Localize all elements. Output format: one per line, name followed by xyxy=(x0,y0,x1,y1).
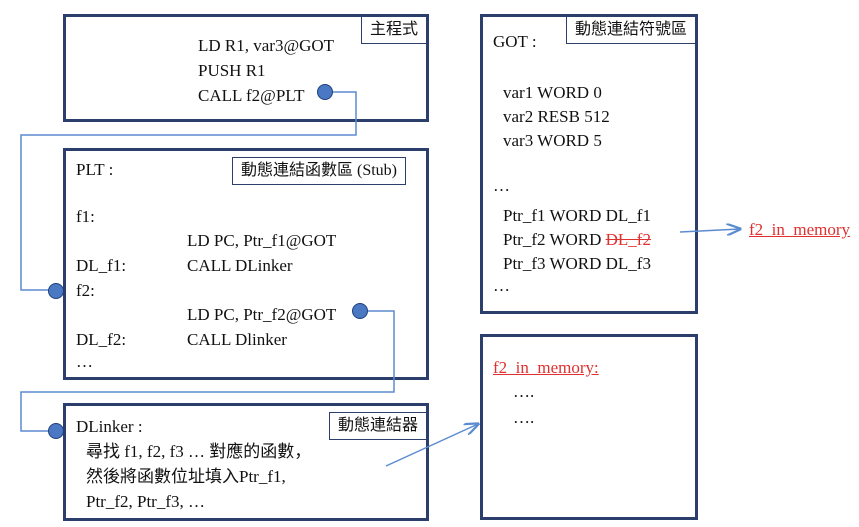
dlinker-entry-dot xyxy=(48,423,64,439)
call-dot xyxy=(317,84,333,100)
dlinker-to-memory-arrow xyxy=(385,424,478,467)
plt-f2-entry-dot xyxy=(48,283,64,299)
got-to-label-arrow xyxy=(679,229,740,232)
plt-to-dlinker-line xyxy=(20,310,395,432)
plt-ld-dot xyxy=(352,303,368,319)
call-to-plt-line xyxy=(20,91,357,291)
connector-lines xyxy=(20,91,859,467)
